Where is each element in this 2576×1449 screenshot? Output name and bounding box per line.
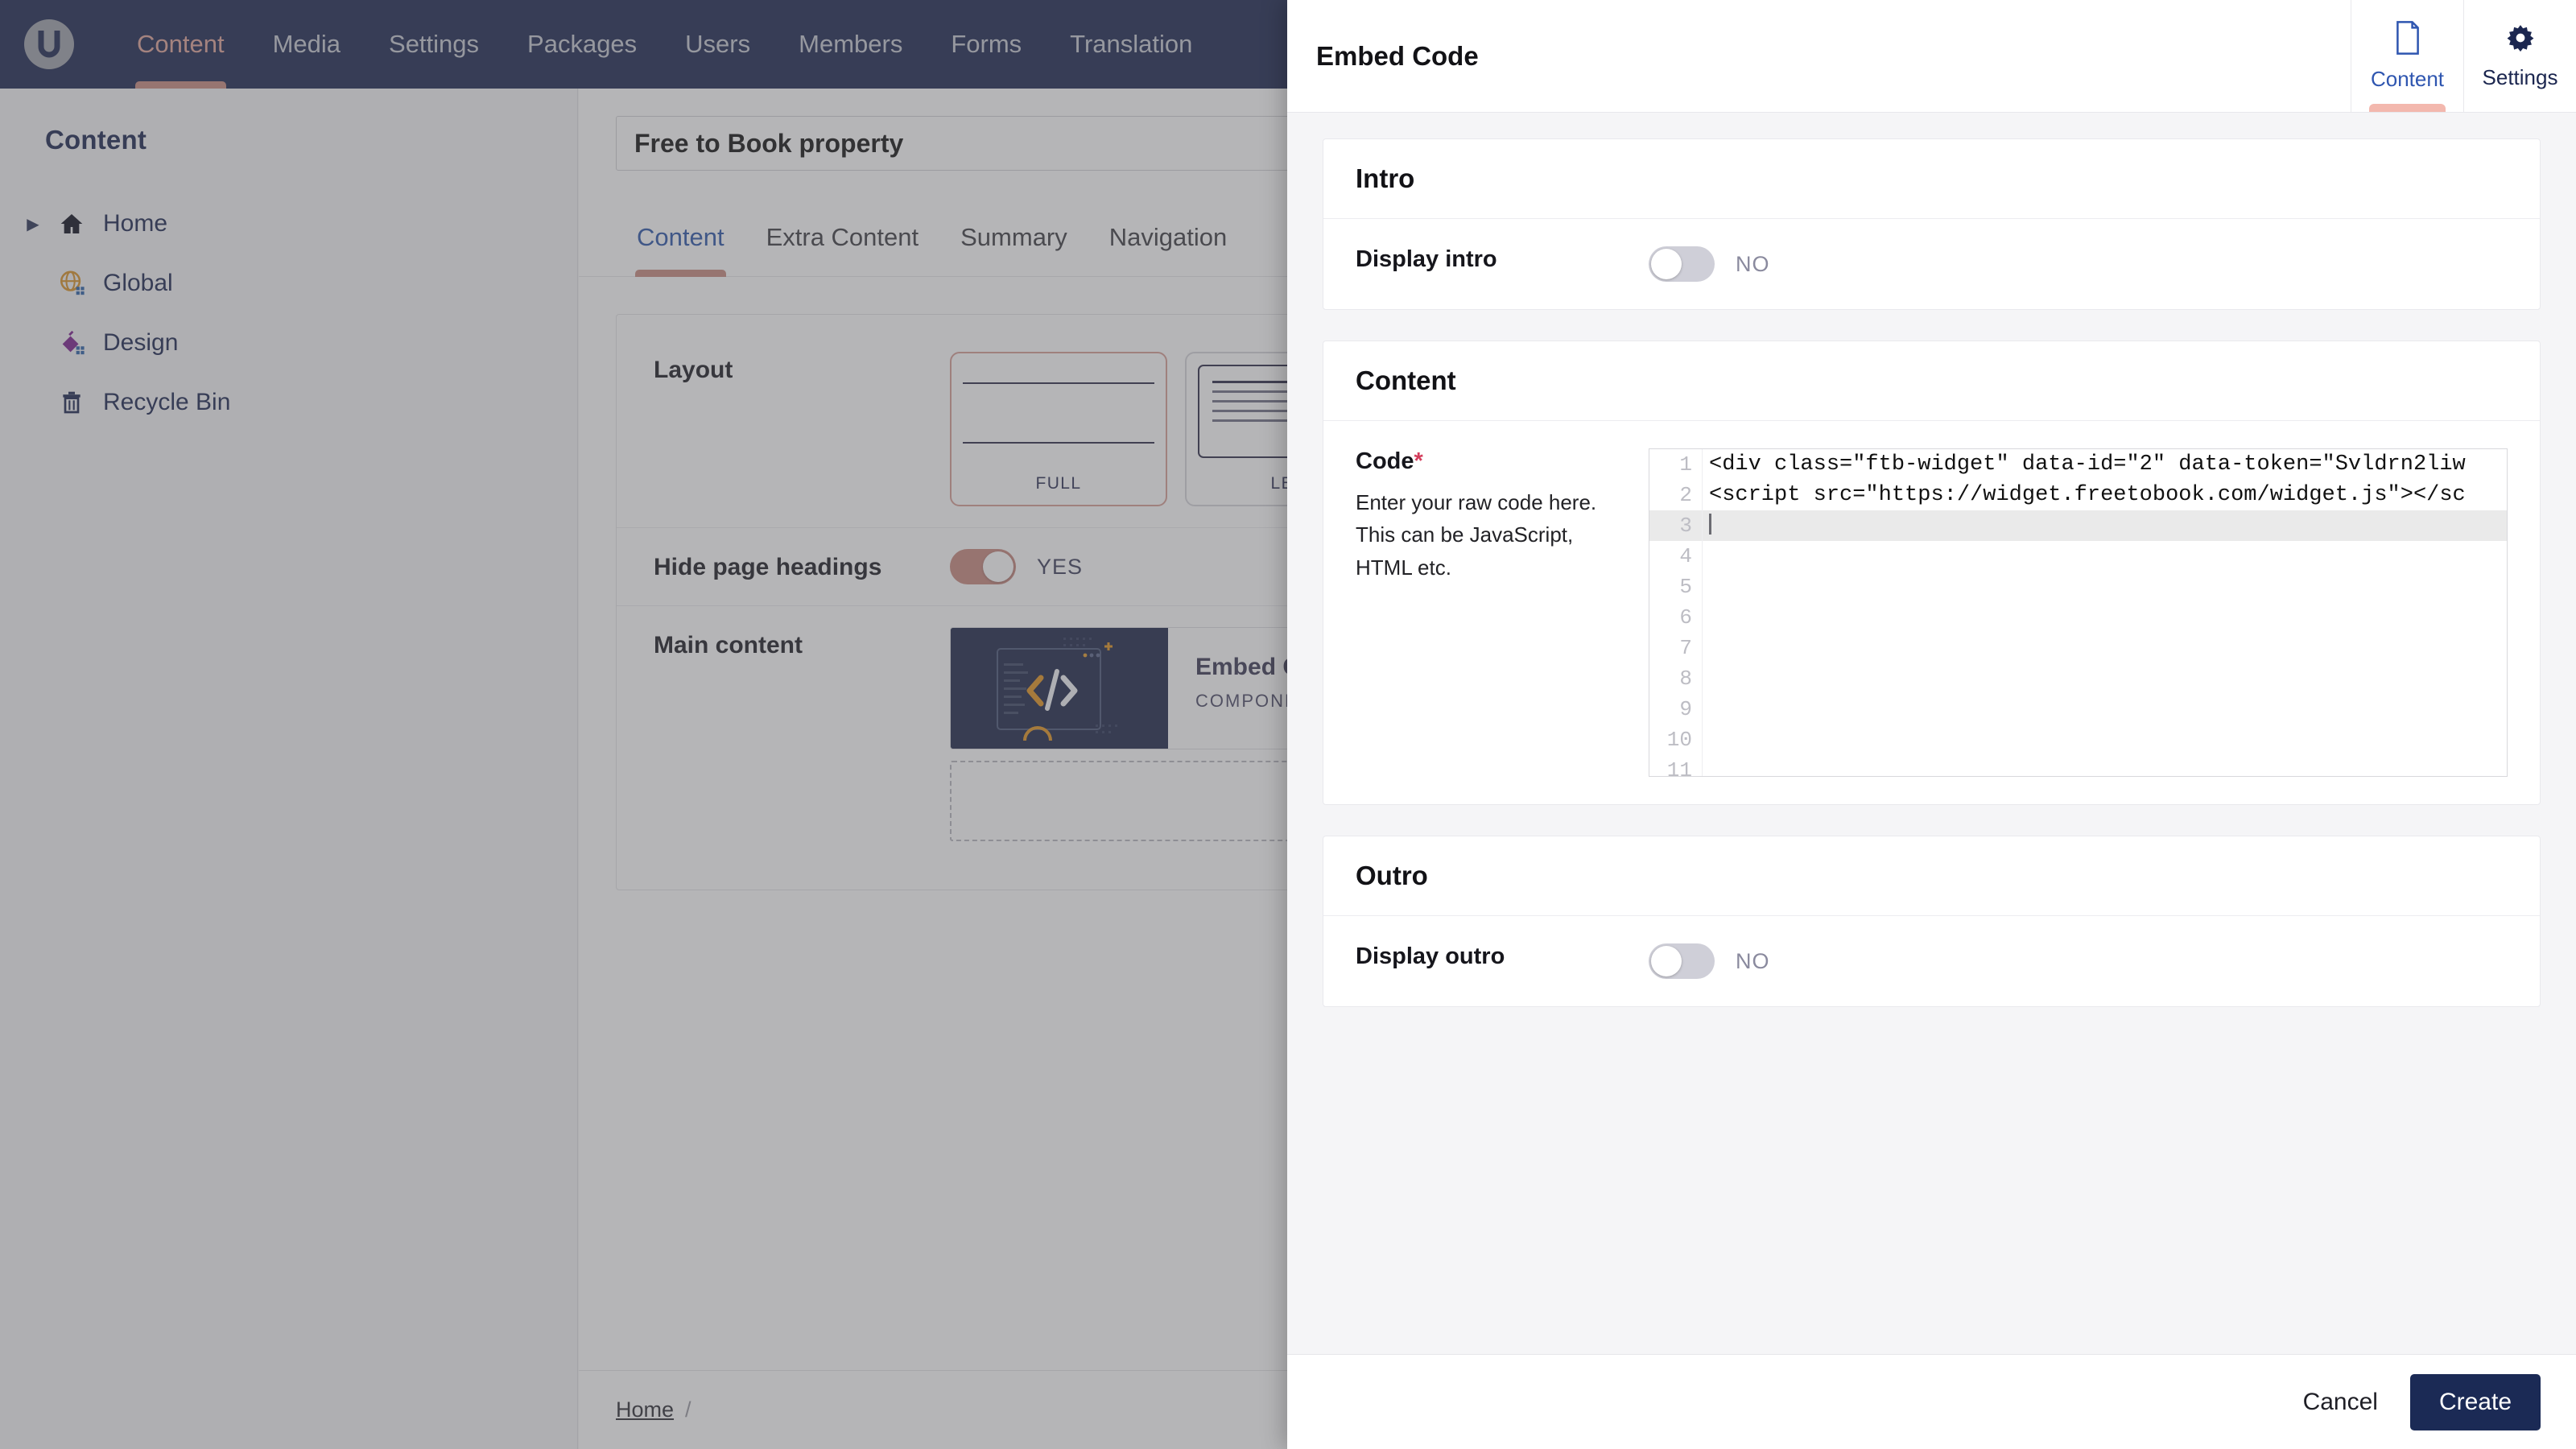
section-content: Content Code* Enter your raw code here. … — [1323, 341, 2541, 805]
code-line: <script src="https://widget.freetobook.c… — [1709, 483, 2466, 507]
gear-icon — [2505, 23, 2536, 57]
section-outro: Outro Display outro NO — [1323, 836, 2541, 1007]
create-button[interactable]: Create — [2409, 1373, 2541, 1430]
line-number: 10 — [1666, 728, 1692, 752]
property-label-text: Code — [1356, 448, 1414, 474]
section-heading: Intro — [1356, 163, 1415, 193]
dialog-tab-label: Content — [2370, 66, 2445, 91]
toggle-knob — [1651, 249, 1682, 279]
embed-code-dialog: Embed Code Content Settings Intro Displa… — [1287, 0, 2576, 1449]
code-line-active — [1703, 510, 2507, 541]
dialog-header: Embed Code Content Settings — [1287, 0, 2576, 113]
screen-root: Content Media Settings Packages Users Me… — [0, 0, 2576, 1449]
line-number: 9 — [1679, 697, 1692, 721]
text-cursor — [1709, 514, 1711, 535]
dialog-tab-label: Settings — [2482, 64, 2558, 89]
section-intro: Intro Display intro NO — [1323, 138, 2541, 310]
property-label: Display outro — [1356, 943, 1505, 969]
line-number: 2 — [1679, 483, 1692, 507]
dialog-tab-content[interactable]: Content — [2351, 0, 2463, 112]
line-number-active: 3 — [1649, 510, 1702, 541]
editor-text-area[interactable]: <div class="ftb-widget" data-id="2" data… — [1703, 449, 2507, 776]
line-number: 7 — [1679, 636, 1692, 660]
property-display-outro: Display outro NO — [1323, 916, 2540, 1006]
line-number: 11 — [1666, 758, 1692, 777]
property-label: Display intro — [1356, 246, 1497, 272]
line-number: 8 — [1679, 667, 1692, 691]
property-code: Code* Enter your raw code here. This can… — [1323, 421, 2540, 804]
toggle-knob — [1651, 946, 1682, 976]
toggle-state-label: NO — [1736, 948, 1770, 973]
display-intro-toggle[interactable] — [1649, 246, 1715, 282]
dialog-footer: Cancel Create — [1287, 1354, 2576, 1449]
display-outro-toggle[interactable] — [1649, 943, 1715, 979]
display-outro-toggle-group: NO — [1649, 943, 2508, 979]
display-intro-toggle-group: NO — [1649, 246, 2508, 282]
property-description: Enter your raw code here. This can be Ja… — [1356, 490, 1597, 580]
required-marker: * — [1414, 448, 1423, 474]
document-icon — [2394, 20, 2421, 59]
line-number: 4 — [1679, 544, 1692, 568]
line-number: 1 — [1679, 452, 1692, 477]
dialog-tab-settings[interactable]: Settings — [2463, 0, 2576, 112]
dialog-tabs: Content Settings — [2351, 0, 2576, 112]
toggle-state-label: NO — [1736, 251, 1770, 276]
line-number: 6 — [1679, 605, 1692, 630]
code-line: <div class="ftb-widget" data-id="2" data… — [1709, 452, 2466, 477]
property-display-intro: Display intro NO — [1323, 219, 2540, 309]
section-heading: Content — [1356, 365, 1456, 395]
editor-gutter: 1 2 3 4 5 6 7 8 9 10 11 — [1649, 449, 1703, 776]
dialog-body: Intro Display intro NO Content Code* Ent… — [1287, 113, 2576, 1354]
dialog-title: Embed Code — [1316, 40, 1479, 71]
section-heading: Outro — [1356, 861, 1428, 890]
property-label: Code* — [1356, 448, 1649, 475]
line-number: 5 — [1679, 575, 1692, 599]
code-editor[interactable]: 1 2 3 4 5 6 7 8 9 10 11 <div class="ftb-… — [1649, 448, 2508, 777]
cancel-button[interactable]: Cancel — [2303, 1389, 2378, 1416]
